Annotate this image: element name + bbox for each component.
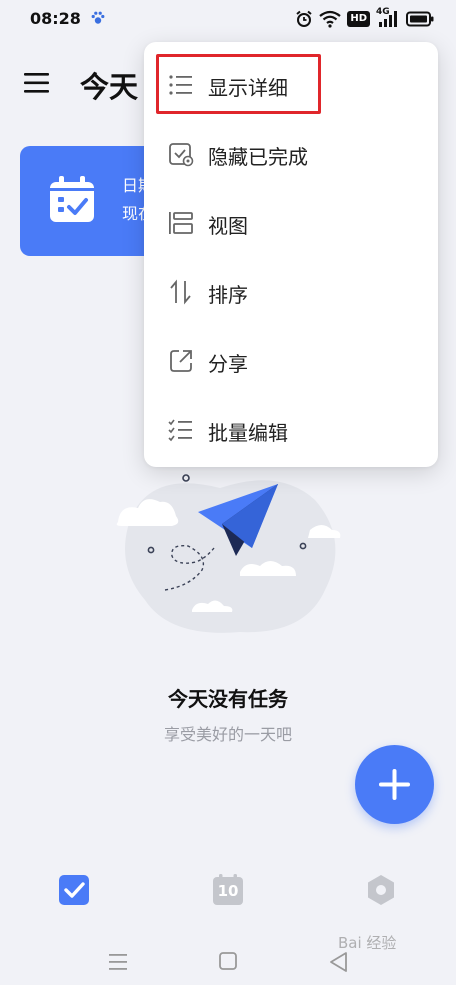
menu-item-label: 分享 <box>208 352 248 376</box>
menu-item-batch-edit[interactable]: 批量编辑 <box>144 397 438 461</box>
alarm-icon <box>295 10 313 28</box>
battery-icon <box>406 11 434 27</box>
menu-item-label: 视图 <box>208 214 248 238</box>
sort-icon <box>168 279 194 305</box>
hexagon-settings-icon <box>368 875 394 905</box>
tab-tasks[interactable] <box>57 873 91 907</box>
tab-settings[interactable] <box>364 873 398 907</box>
menu-item-share[interactable]: 分享 <box>144 328 438 392</box>
tab-calendar[interactable]: 10 <box>211 873 245 907</box>
watermark: Bai 经验 <box>338 934 397 952</box>
share-icon <box>168 348 194 374</box>
add-task-button[interactable] <box>355 745 434 824</box>
view-icon <box>168 210 194 236</box>
batch-edit-icon <box>168 417 194 443</box>
system-home-icon[interactable] <box>217 950 241 974</box>
system-back-icon[interactable] <box>328 950 352 974</box>
status-icons: HD 4G <box>295 7 434 29</box>
empty-state-subtitle: 享受美好的一天吧 <box>163 725 292 744</box>
cellular-signal-icon: 4G <box>376 7 400 28</box>
hamburger-menu-icon[interactable] <box>24 72 52 94</box>
menu-item-hide-completed[interactable]: 隐藏已完成 <box>144 121 438 185</box>
wifi-icon <box>319 10 342 28</box>
menu-item-sort[interactable]: 排序 <box>144 259 438 323</box>
page-title: 今天 <box>80 70 139 104</box>
paper-plane-illustration <box>110 460 360 650</box>
hide-completed-icon <box>168 141 194 167</box>
hd-badge: HD <box>347 11 370 27</box>
paw-notification-icon <box>90 10 106 26</box>
plus-icon <box>379 769 410 800</box>
menu-item-label: 批量编辑 <box>208 421 288 445</box>
menu-item-view[interactable]: 视图 <box>144 190 438 254</box>
system-recents-icon[interactable] <box>107 950 131 974</box>
highlight-annotation-box <box>156 54 321 114</box>
check-square-icon <box>59 875 89 905</box>
calendar-check-icon <box>48 174 96 224</box>
menu-item-label: 隐藏已完成 <box>208 145 308 169</box>
status-bar: 08:28 HD 4G <box>0 0 456 38</box>
overflow-popup-menu: 显示详细 隐藏已完成 视图 排序 分享 批量编辑 <box>144 42 438 467</box>
status-time: 08:28 <box>30 9 81 28</box>
menu-item-label: 排序 <box>208 283 248 307</box>
calendar-day-number: 10 <box>217 882 239 900</box>
empty-state-title: 今天没有任务 <box>168 687 288 711</box>
